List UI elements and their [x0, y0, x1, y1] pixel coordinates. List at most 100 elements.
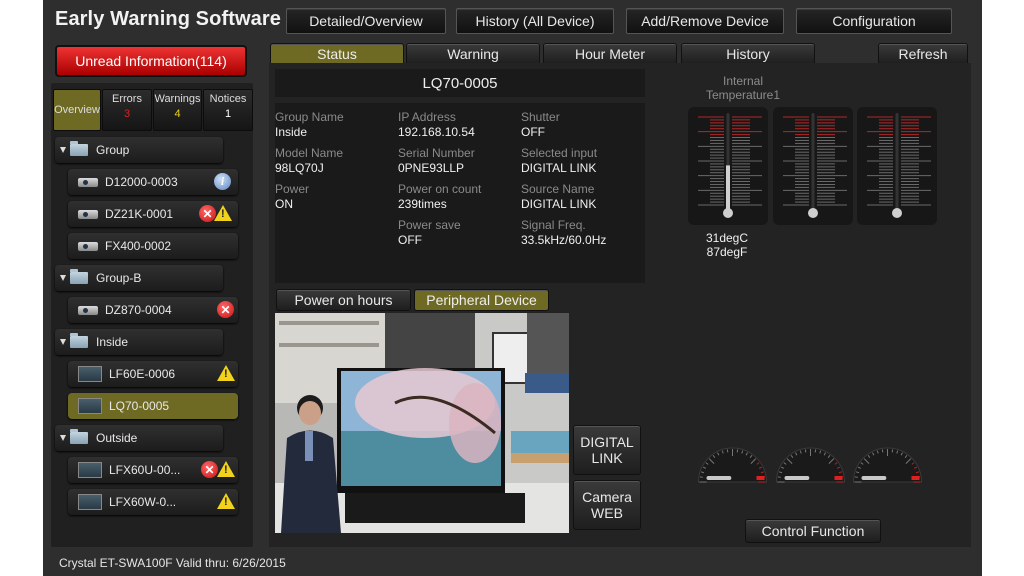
display-icon	[78, 494, 102, 510]
tab-warning[interactable]: Warning	[406, 43, 540, 65]
device-tree-panel: Overview Errors 3 Warnings 4 Notices 1 G…	[51, 83, 253, 547]
tab-hour-meter[interactable]: Hour Meter	[543, 43, 677, 65]
thermometer-2	[773, 107, 853, 225]
digital-link-label-line1: DIGITAL	[580, 434, 634, 450]
tree-group-outside[interactable]: Outside	[55, 425, 223, 451]
field-value: 33.5kHz/60.0Hz	[521, 233, 607, 247]
device-info-box: Group Name Inside Model Name 98LQ70J Power…	[275, 103, 645, 283]
thermo-tube	[811, 113, 815, 211]
field-key: IP Address	[398, 110, 456, 124]
warning-icon: !	[217, 493, 235, 509]
tree-group-group[interactable]: Group	[55, 137, 223, 163]
field-group-name: Group Name Inside	[275, 110, 344, 139]
projector-icon	[78, 305, 98, 315]
tree-group-inside[interactable]: Inside	[55, 329, 223, 355]
filter-overview[interactable]: Overview	[53, 89, 101, 131]
filter-errors[interactable]: Errors 3	[102, 89, 152, 131]
field-power: Power ON	[275, 182, 309, 211]
field-key: Group Name	[275, 110, 344, 124]
subtab-peripheral-device[interactable]: Peripheral Device	[414, 289, 549, 311]
tab-status[interactable]: Status	[270, 43, 404, 65]
device-name: LF60E-0006	[109, 367, 176, 381]
warning-icon: !	[217, 461, 235, 477]
filter-notices[interactable]: Notices 1	[203, 89, 253, 131]
unread-information-button[interactable]: Unread Information(114)	[55, 45, 247, 77]
gauge-needle	[706, 476, 732, 480]
tree-device-item[interactable]: LFX60U-00... ✕ !	[68, 457, 238, 483]
filter-warnings-label: Warnings	[154, 93, 201, 105]
device-name-header: LQ70-0005	[275, 69, 645, 97]
folder-icon	[70, 429, 88, 444]
device-name: LFX60W-0...	[109, 495, 177, 509]
subtab-power-on-hours[interactable]: Power on hours	[276, 289, 411, 311]
thermo-bulb	[892, 208, 902, 218]
temperature-label-line1: Internal	[722, 74, 764, 88]
filter-warnings[interactable]: Warnings 4	[153, 89, 202, 131]
device-name: DZ870-0004	[105, 303, 172, 317]
device-name: FX400-0002	[105, 239, 172, 253]
tab-history[interactable]: History	[681, 43, 815, 65]
tree-group-group-b[interactable]: Group-B	[55, 265, 223, 291]
tree-device-item[interactable]: D12000-0003 i	[68, 169, 238, 195]
display-icon	[78, 398, 102, 414]
gauge-red-zone	[834, 476, 843, 480]
field-ip-address: IP Address 192.168.10.54	[398, 110, 475, 139]
error-icon: ✕	[217, 301, 234, 318]
detailed-overview-button[interactable]: Detailed/Overview	[286, 8, 446, 34]
gauge-1	[695, 442, 770, 487]
digital-link-button[interactable]: DIGITAL LINK	[573, 425, 641, 475]
thermometer-icon	[783, 113, 847, 218]
warning-icon: !	[217, 365, 235, 381]
gauge-needle	[861, 476, 887, 480]
tree-device-item-selected[interactable]: LQ70-0005	[68, 393, 238, 419]
camera-web-label-line2: WEB	[591, 505, 623, 521]
expand-triangle-icon[interactable]	[60, 275, 66, 281]
history-all-device-button[interactable]: History (All Device)	[456, 8, 614, 34]
field-shutter: Shutter OFF	[521, 110, 560, 139]
filter-errors-label: Errors	[112, 93, 142, 105]
gauge-needle	[784, 476, 810, 480]
tree-device-item[interactable]: DZ870-0004 ✕	[68, 297, 238, 323]
camera-scene-illustration	[275, 313, 569, 533]
expand-triangle-icon[interactable]	[60, 435, 66, 441]
field-key: Serial Number	[398, 146, 475, 160]
field-key: Source Name	[521, 182, 595, 196]
camera-web-button[interactable]: Camera WEB	[573, 480, 641, 530]
configuration-button[interactable]: Configuration	[796, 8, 952, 34]
projector-icon	[78, 209, 98, 219]
gauge-icon	[852, 447, 923, 483]
field-power-on-count: Power on count 239times	[398, 182, 481, 211]
refresh-button[interactable]: Refresh	[878, 43, 968, 65]
expand-triangle-icon[interactable]	[60, 147, 66, 153]
errors-count: 3	[123, 108, 131, 120]
expand-triangle-icon[interactable]	[60, 339, 66, 345]
device-name: LQ70-0005	[109, 399, 170, 413]
tree-device-item[interactable]: FX400-0002	[68, 233, 238, 259]
gauge-icon	[697, 447, 768, 483]
field-value: 192.168.10.54	[398, 125, 475, 139]
folder-icon	[70, 269, 88, 284]
tree-device-item[interactable]: LFX60W-0... !	[68, 489, 238, 515]
add-remove-device-button[interactable]: Add/Remove Device	[626, 8, 784, 34]
control-function-button[interactable]: Control Function	[745, 519, 881, 543]
field-model-name: Model Name 98LQ70J	[275, 146, 343, 175]
temperature-celsius: 31degC	[705, 231, 749, 245]
field-selected-input: Selected input DIGITAL LINK	[521, 146, 597, 175]
tree-device-item[interactable]: DZ21K-0001 ✕ !	[68, 201, 238, 227]
group-name: Group-B	[96, 271, 142, 285]
thermo-bulb	[808, 208, 818, 218]
thermo-mercury	[726, 165, 730, 211]
temperature-readout: 31degC 87degF	[686, 231, 768, 259]
peripheral-camera-image	[275, 313, 569, 533]
projector-icon	[78, 177, 98, 187]
field-key: Model Name	[275, 146, 344, 160]
group-name: Group	[96, 143, 130, 157]
thermo-bulb	[723, 208, 733, 218]
tree-device-item[interactable]: LF60E-0006 !	[68, 361, 238, 387]
gauge-2	[773, 442, 848, 487]
field-key: Selected input	[521, 146, 598, 160]
group-name: Outside	[96, 431, 138, 445]
device-name: DZ21K-0001	[105, 207, 174, 221]
gauge-red-zone	[756, 476, 765, 480]
field-signal-freq: Signal Freq. 33.5kHz/60.0Hz	[521, 218, 606, 247]
